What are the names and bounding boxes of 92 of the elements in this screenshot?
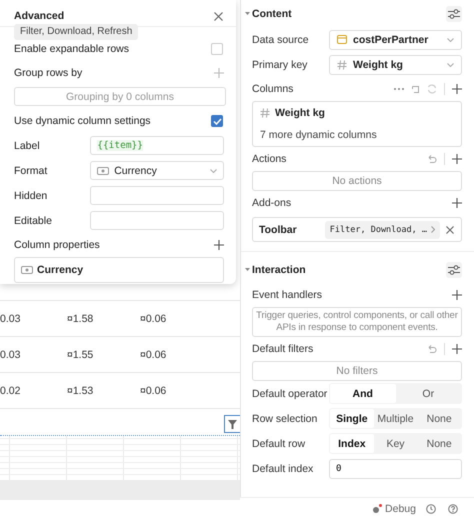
plus-icon xyxy=(452,344,462,354)
history-icon xyxy=(426,504,436,514)
table-cell-text: 0.02 xyxy=(0,384,22,396)
text-field[interactable] xyxy=(90,186,224,205)
field-label: Data source xyxy=(252,34,310,46)
plus-icon xyxy=(214,240,224,250)
segment-option[interactable]: None xyxy=(417,434,462,453)
table-cell-text: ¤1.53 xyxy=(67,384,94,396)
checkbox-label: Enable expandable rows xyxy=(14,43,129,55)
select-field[interactable]: costPerPartner xyxy=(329,30,462,50)
select-field[interactable]: Weight kg xyxy=(329,54,462,74)
settings-button[interactable] xyxy=(446,6,462,22)
chevron-down-icon xyxy=(447,38,454,42)
field-label: Editable xyxy=(14,214,53,226)
segment-option[interactable]: Or xyxy=(396,384,461,403)
close-icon xyxy=(214,12,223,20)
refresh-icon xyxy=(427,84,437,94)
segment-option[interactable]: And xyxy=(330,384,396,403)
table-cell: ¤0.06 xyxy=(140,384,166,396)
section-label: Column properties xyxy=(14,239,100,251)
checkbox-label: Use dynamic column settings xyxy=(14,115,151,127)
field-label: Format xyxy=(14,164,48,176)
more-columns-text: 7 more dynamic columns xyxy=(260,129,378,141)
undo-icon xyxy=(427,344,437,354)
section-toggle[interactable]: Content xyxy=(245,8,292,20)
field-label: Primary key xyxy=(252,58,308,70)
plus-icon xyxy=(452,290,462,300)
plus-icon xyxy=(452,154,462,164)
segment-option[interactable]: Index xyxy=(330,434,374,453)
filter-icon xyxy=(228,420,237,428)
section-label: Columns xyxy=(252,83,294,95)
sliders-icon xyxy=(448,8,460,18)
section-toggle[interactable]: Interaction xyxy=(245,264,306,276)
section-label: Default filters xyxy=(252,343,314,355)
grouping-field[interactable]: Grouping by 0 columns xyxy=(14,87,226,106)
section-label: Group rows by xyxy=(14,67,82,79)
popover-title: Advanced xyxy=(14,10,64,22)
table-cell-text: ¤1.55 xyxy=(67,348,94,360)
toolbar-options-button[interactable]: Filter, Download, … xyxy=(324,220,440,238)
text-field[interactable] xyxy=(90,211,224,230)
table-cell: ¤0.06 xyxy=(140,312,166,324)
table-cell: ¤0.06 xyxy=(140,348,166,360)
close-icon xyxy=(446,226,454,234)
field-label: Default operator xyxy=(252,388,328,400)
banknote-icon xyxy=(97,166,110,174)
empty-actions-box: No actions xyxy=(252,171,462,191)
help-button[interactable] xyxy=(446,502,460,516)
caret-down-icon xyxy=(245,11,250,16)
empty-filters-box: No filters xyxy=(252,361,462,381)
chevron-down-icon xyxy=(447,62,454,66)
index-field[interactable]: 0 xyxy=(329,458,462,478)
table-cell-text: ¤1.58 xyxy=(67,312,94,324)
settings-button[interactable] xyxy=(446,262,462,278)
segment-option[interactable]: Single xyxy=(330,409,374,428)
banknote-icon xyxy=(21,266,33,274)
field-label: Row selection xyxy=(252,412,318,424)
chevron-right-icon xyxy=(431,226,435,233)
field-label: Hidden xyxy=(14,190,48,202)
addon-name: Toolbar xyxy=(259,224,298,236)
checkbox[interactable] xyxy=(211,43,223,55)
chevron-down-icon xyxy=(210,168,217,172)
plus-icon xyxy=(452,84,462,94)
table-cell-text: 0.03 xyxy=(0,312,22,324)
field-label: Label xyxy=(14,140,41,152)
segment-option[interactable]: Multiple xyxy=(374,409,418,428)
caret-down-icon xyxy=(245,267,250,272)
help-icon xyxy=(448,504,458,514)
table-cell-text: 0.03 xyxy=(0,348,22,360)
section-label: Event handlers xyxy=(252,289,322,301)
hash-icon xyxy=(260,108,270,118)
checkbox[interactable] xyxy=(211,115,223,127)
table-icon xyxy=(337,35,347,44)
hash-icon xyxy=(337,60,347,70)
filter-button[interactable] xyxy=(224,415,240,433)
segment-option[interactable]: Key xyxy=(374,434,418,453)
format-select[interactable]: Currency xyxy=(90,161,224,180)
section-label: Actions xyxy=(252,153,286,165)
section-label: Add-ons xyxy=(252,197,292,209)
plus-icon xyxy=(452,198,462,208)
history-button[interactable] xyxy=(424,502,438,516)
remove-button[interactable] xyxy=(444,224,456,236)
field-label: Default index xyxy=(252,462,314,474)
empty-handlers-box: Trigger queries, control components, or call other APIs in response to component events. xyxy=(252,307,462,337)
segment-option[interactable]: None xyxy=(417,409,462,428)
undo-icon xyxy=(427,154,437,164)
sliders-icon xyxy=(448,264,460,274)
plus-icon xyxy=(214,68,224,78)
column-item[interactable]: Currency xyxy=(21,264,84,276)
column-item[interactable]: Weight kg xyxy=(260,107,454,119)
tooltip: Filter, Download, Refresh xyxy=(14,24,138,40)
debug-button[interactable]: Debug xyxy=(372,503,416,515)
field-label: Default row xyxy=(252,438,306,450)
